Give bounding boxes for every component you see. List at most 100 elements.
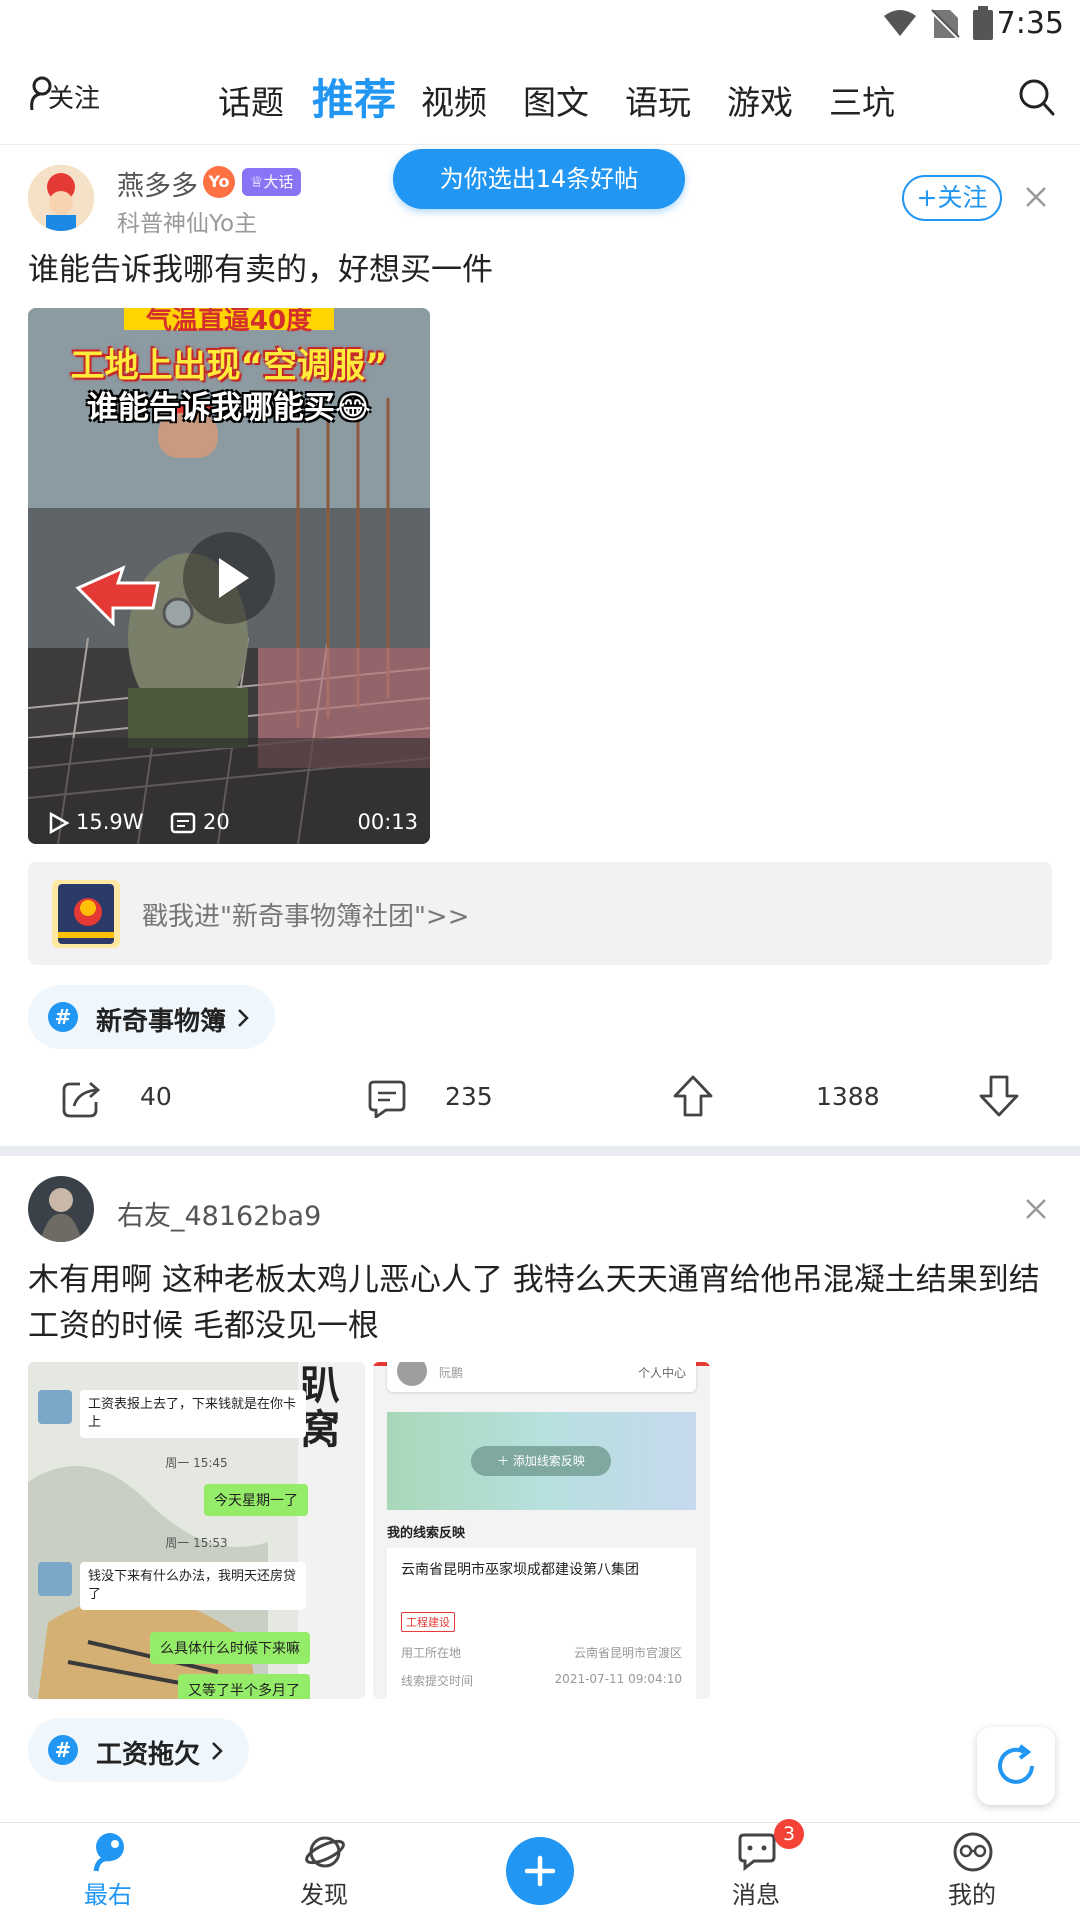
profile-glasses-icon: [953, 1832, 993, 1872]
follow-button[interactable]: +关注: [902, 175, 1002, 221]
app-row-label: 用工所在地: [401, 1646, 462, 1660]
message-badge: 3: [774, 1819, 804, 1849]
hashtag-icon: #: [48, 1735, 78, 1765]
chat-message: 又等了半个多月了: [178, 1674, 310, 1699]
zuiyou-icon: [93, 1833, 124, 1872]
app-section-title: 我的线索反映: [387, 1526, 466, 1541]
chat-avatar: [38, 1562, 72, 1596]
share-icon[interactable]: [60, 1078, 102, 1118]
app-profile-bar: 阮鹏 个人中心: [387, 1362, 696, 1392]
refresh-icon: [998, 1744, 1034, 1784]
app-clue-title: 云南省昆明市巫家坝成都建设第八集团: [401, 1562, 639, 1578]
comment-count: 235: [445, 1082, 493, 1111]
tab-recommend[interactable]: 推荐: [312, 66, 396, 127]
topic-tag[interactable]: # 新奇事物簿: [28, 985, 275, 1049]
app-row-value: 云南省昆明市官渡区: [573, 1646, 682, 1660]
refresh-toast: 为你选出14条好帖: [393, 149, 685, 209]
side-text: 趴窝: [300, 1363, 340, 1453]
post-divider: [0, 1146, 1080, 1156]
yo-badge: Yo: [203, 166, 235, 198]
refresh-button[interactable]: [977, 1727, 1055, 1805]
topic-tag[interactable]: # 工资拖欠: [28, 1718, 249, 1782]
nav-item-zuiyou[interactable]: 最右: [48, 1823, 168, 1921]
nav-item-discover[interactable]: 发现: [264, 1823, 384, 1921]
club-banner[interactable]: 戳我进"新奇事物簿社团">>: [28, 862, 1052, 965]
avatar[interactable]: [28, 165, 94, 231]
username[interactable]: 燕多多: [117, 164, 198, 203]
chevron-right-icon: [238, 1009, 249, 1027]
status-bar: 7:35: [0, 0, 1080, 48]
plus-icon: [524, 1855, 556, 1887]
tab-sankeng[interactable]: 三坑: [829, 76, 895, 124]
upvote-count: 1388: [816, 1082, 880, 1111]
close-icon[interactable]: [1025, 1198, 1047, 1220]
chevron-right-icon: [212, 1742, 223, 1760]
follow-label: 关注: [48, 84, 101, 114]
video-comments: 20: [203, 810, 230, 834]
no-sim-icon: [930, 9, 960, 40]
post-image-app[interactable]: 阮鹏 个人中心 ＋ 添加线索反映 我的线索反映 云南省昆明市巫家坝成都建设第八集…: [373, 1362, 710, 1699]
video-banner-line2: 工地上出现“空调服”: [70, 346, 388, 386]
post-text[interactable]: 木有用啊 这种老板太鸡儿恶心人了 我特么天天通宵给他吊混凝土结果到结工资的时候 …: [28, 1257, 1058, 1349]
app-clue-tag: 工程建设: [401, 1612, 455, 1632]
app-user: 阮鹏: [439, 1366, 464, 1380]
search-icon[interactable]: [1018, 78, 1056, 118]
chat-avatar: [38, 1390, 72, 1424]
video-thumbnail[interactable]: 气温直逼40度 工地上出现“空调服” 谁能告诉我哪能买😂 15.9W 20 00…: [28, 308, 430, 844]
video-views: 15.9W: [76, 810, 144, 834]
downvote-icon[interactable]: [978, 1074, 1020, 1118]
chat-message: 工资表报上去了，下来钱就是在你卡上: [80, 1390, 306, 1438]
planet-icon: [305, 1836, 345, 1868]
hashtag-icon: #: [48, 1002, 78, 1032]
nav-label: 我的: [948, 1881, 996, 1909]
tab-voice[interactable]: 语玩: [625, 76, 691, 124]
tab-image-text[interactable]: 图文: [523, 76, 589, 124]
wifi-icon: [884, 10, 916, 36]
nav-label: 发现: [300, 1881, 348, 1909]
nav-item-messages[interactable]: 3 消息: [696, 1819, 816, 1921]
avatar[interactable]: [28, 1176, 94, 1242]
video-banner-line3: 谁能告诉我哪能买😂: [86, 390, 372, 426]
nav-item-me[interactable]: 我的: [912, 1823, 1032, 1921]
chat-message: 今天星期一了: [204, 1484, 308, 1516]
play-icon[interactable]: [181, 530, 277, 626]
nav-label: 最右: [84, 1881, 132, 1909]
app-row-value: 2021-07-11 09:04:10: [554, 1672, 682, 1686]
app-avatar: [397, 1362, 427, 1386]
username[interactable]: 右友_48162ba9: [117, 1194, 321, 1233]
comment-icon: [170, 812, 196, 834]
status-time: 7:35: [996, 6, 1064, 41]
club-book-icon: [52, 880, 120, 948]
tab-video[interactable]: 视频: [421, 76, 487, 124]
chat-time: 周一 15:45: [165, 1456, 228, 1470]
avatar-image: [28, 165, 94, 231]
topic-label: 新奇事物簿: [96, 1007, 227, 1037]
chat-time: 周一 15:53: [165, 1536, 228, 1550]
top-nav: 关注 话题 推荐 视频 图文 语玩 游戏 三坑: [0, 48, 1080, 145]
topic-label: 工资拖欠: [96, 1740, 201, 1770]
post-image-chat[interactable]: 趴窝 工资表报上去了，下来钱就是在你卡上 周一 15:45 今天星期一了 周一 …: [28, 1362, 365, 1699]
crown-icon: ♕: [250, 173, 264, 191]
battery-icon: [973, 6, 993, 40]
user-title: 科普神仙Yo主: [117, 211, 258, 237]
comment-icon[interactable]: [366, 1078, 408, 1118]
add-clue-button: ＋ 添加线索反映: [471, 1446, 611, 1476]
post-create-button[interactable]: [506, 1837, 574, 1905]
tab-games[interactable]: 游戏: [727, 76, 793, 124]
app-center: 个人中心: [637, 1366, 686, 1380]
video-duration: 00:13: [357, 810, 418, 834]
upvote-icon[interactable]: [672, 1074, 714, 1118]
chat-message: 么具体什么时候下来嘛: [150, 1632, 310, 1664]
bottom-nav: 最右 发现 3 消息 我的: [0, 1819, 1080, 1921]
app-banner: ＋ 添加线索反映: [387, 1412, 696, 1510]
dahua-badge: ♕大话: [242, 168, 302, 196]
share-count: 40: [140, 1082, 172, 1111]
nav-label: 消息: [732, 1881, 780, 1909]
app-clue-card: 云南省昆明市巫家坝成都建设第八集团 工程建设 用工所在地 云南省昆明市官渡区 线…: [387, 1548, 696, 1699]
club-text: 戳我进"新奇事物簿社团">>: [142, 902, 470, 932]
avatar-image: [28, 1176, 94, 1242]
post-text[interactable]: 谁能告诉我哪有卖的，好想买一件: [28, 247, 1048, 293]
tab-topics[interactable]: 话题: [218, 76, 284, 124]
close-icon[interactable]: [1025, 186, 1047, 208]
dahua-badge-label: 大话: [263, 173, 294, 191]
